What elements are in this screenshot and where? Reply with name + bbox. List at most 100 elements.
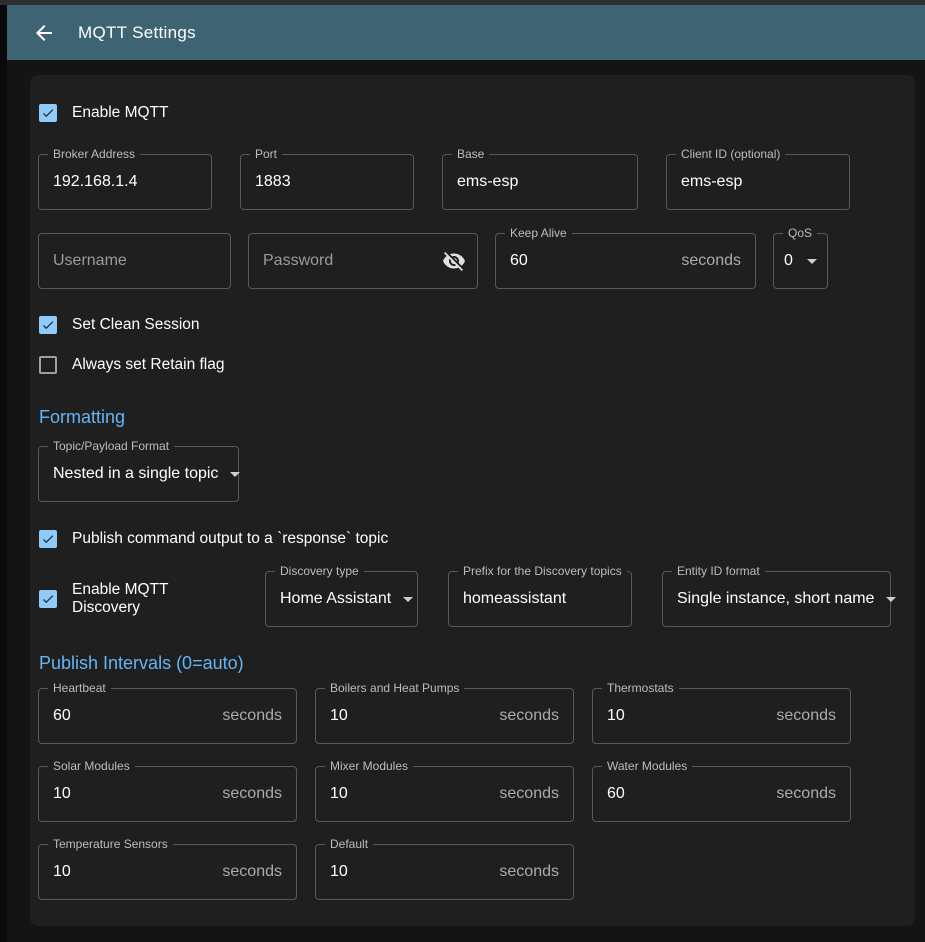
mixer-modules-unit: seconds (499, 785, 559, 803)
thermostats-value[interactable]: 10 (607, 707, 768, 725)
checkbox-unchecked-icon[interactable] (39, 356, 57, 374)
base-label: Base (452, 147, 489, 161)
boilers-unit: seconds (499, 707, 559, 725)
water-modules-value[interactable]: 60 (607, 785, 768, 803)
topic-payload-format-label: Topic/Payload Format (48, 439, 174, 453)
port-input[interactable] (255, 173, 399, 191)
settings-card: Enable MQTT Broker Address Port Base Cli… (30, 75, 915, 926)
qos-select[interactable]: QoS 0 (773, 233, 828, 289)
retain-flag-checkbox-row[interactable]: Always set Retain flag (38, 349, 907, 381)
broker-address-field: Broker Address (38, 154, 212, 210)
publish-response-checkbox-row[interactable]: Publish command output to a `response` t… (38, 523, 907, 555)
water-modules-field: Water Modules 60 seconds (592, 766, 851, 822)
clean-session-checkbox-row[interactable]: Set Clean Session (38, 309, 907, 341)
checkbox-checked-icon[interactable] (39, 590, 57, 608)
default-interval-value[interactable]: 10 (330, 863, 491, 881)
check-icon (41, 592, 55, 606)
password-field (248, 233, 478, 289)
broker-address-input[interactable] (53, 173, 197, 191)
default-interval-label: Default (325, 837, 373, 851)
keep-alive-unit: seconds (681, 252, 741, 270)
credentials-row: Keep Alive 60 seconds QoS 0 (38, 233, 907, 289)
default-interval-field: Default 10 seconds (315, 844, 574, 900)
temperature-sensors-value[interactable]: 10 (53, 863, 214, 881)
username-field (38, 233, 231, 289)
publish-response-label: Publish command output to a `response` t… (72, 530, 388, 548)
keep-alive-value[interactable]: 60 (510, 252, 673, 270)
boilers-label: Boilers and Heat Pumps (325, 681, 464, 695)
retain-flag-label: Always set Retain flag (72, 356, 225, 374)
base-input[interactable] (457, 173, 623, 191)
discovery-prefix-input[interactable] (463, 590, 617, 608)
mixer-modules-label: Mixer Modules (325, 759, 413, 773)
boilers-value[interactable]: 10 (330, 707, 491, 725)
port-label: Port (250, 147, 282, 161)
default-interval-unit: seconds (499, 863, 559, 881)
mqtt-settings-page: MQTT Settings Enable MQTT Broker Address (7, 5, 925, 942)
check-icon (41, 106, 55, 120)
water-modules-label: Water Modules (602, 759, 692, 773)
discovery-prefix-field: Prefix for the Discovery topics (448, 571, 632, 627)
topic-payload-format-select[interactable]: Topic/Payload Format Nested in a single … (38, 446, 239, 502)
heartbeat-value[interactable]: 60 (53, 707, 214, 725)
discovery-type-select[interactable]: Discovery type Home Assistant (265, 571, 418, 627)
entity-id-format-label: Entity ID format (672, 564, 765, 578)
keep-alive-label: Keep Alive (505, 226, 572, 240)
solar-modules-label: Solar Modules (48, 759, 135, 773)
check-icon (41, 318, 55, 332)
discovery-type-label: Discovery type (275, 564, 364, 578)
heartbeat-field: Heartbeat 60 seconds (38, 688, 297, 744)
solar-modules-value[interactable]: 10 (53, 785, 214, 803)
password-input[interactable] (263, 252, 437, 270)
enable-mqtt-label: Enable MQTT (72, 104, 168, 122)
qos-label: QoS (783, 226, 817, 240)
client-id-label: Client ID (optional) (676, 147, 785, 161)
chevron-down-icon (403, 597, 413, 602)
boilers-field: Boilers and Heat Pumps 10 seconds (315, 688, 574, 744)
check-icon (41, 532, 55, 546)
arrow-back-icon (32, 21, 56, 45)
toggle-password-visibility-button[interactable] (437, 244, 471, 278)
enable-discovery-checkbox-row[interactable]: Enable MQTT Discovery (38, 581, 235, 617)
discovery-type-value: Home Assistant (280, 590, 391, 608)
temperature-sensors-field: Temperature Sensors 10 seconds (38, 844, 297, 900)
broker-address-label: Broker Address (48, 147, 140, 161)
discovery-prefix-label: Prefix for the Discovery topics (458, 564, 627, 578)
heartbeat-label: Heartbeat (48, 681, 111, 695)
chevron-down-icon (886, 597, 896, 602)
entity-id-format-select[interactable]: Entity ID format Single instance, short … (662, 571, 891, 627)
thermostats-unit: seconds (776, 707, 836, 725)
entity-id-format-value: Single instance, short name (677, 590, 874, 608)
mixer-modules-field: Mixer Modules 10 seconds (315, 766, 574, 822)
main-content: Enable MQTT Broker Address Port Base Cli… (7, 60, 925, 942)
chevron-down-icon (230, 472, 240, 477)
port-field: Port (240, 154, 414, 210)
publish-intervals-section-title: Publish Intervals (0=auto) (39, 653, 907, 674)
enable-discovery-label: Enable MQTT Discovery (72, 581, 235, 617)
app-bar: MQTT Settings (7, 5, 925, 60)
thermostats-label: Thermostats (602, 681, 679, 695)
mixer-modules-value[interactable]: 10 (330, 785, 491, 803)
thermostats-field: Thermostats 10 seconds (592, 688, 851, 744)
username-input[interactable] (53, 252, 216, 270)
heartbeat-unit: seconds (222, 707, 282, 725)
qos-value: 0 (784, 252, 795, 270)
keep-alive-field: Keep Alive 60 seconds (495, 233, 756, 289)
checkbox-checked-icon[interactable] (39, 530, 57, 548)
visibility-off-icon (442, 249, 466, 273)
formatting-section-title: Formatting (39, 407, 907, 428)
solar-modules-field: Solar Modules 10 seconds (38, 766, 297, 822)
clean-session-label: Set Clean Session (72, 316, 200, 334)
water-modules-unit: seconds (776, 785, 836, 803)
base-field: Base (442, 154, 638, 210)
intervals-grid: Heartbeat 60 seconds Boilers and Heat Pu… (38, 688, 907, 900)
client-id-input[interactable] (681, 173, 835, 191)
temperature-sensors-unit: seconds (222, 863, 282, 881)
checkbox-checked-icon[interactable] (39, 316, 57, 334)
discovery-row: Enable MQTT Discovery Discovery type Hom… (38, 571, 907, 627)
back-button[interactable] (24, 13, 64, 53)
solar-modules-unit: seconds (222, 785, 282, 803)
enable-mqtt-checkbox-row[interactable]: Enable MQTT (38, 97, 907, 129)
topic-payload-format-value: Nested in a single topic (53, 465, 218, 483)
checkbox-checked-icon[interactable] (39, 104, 57, 122)
